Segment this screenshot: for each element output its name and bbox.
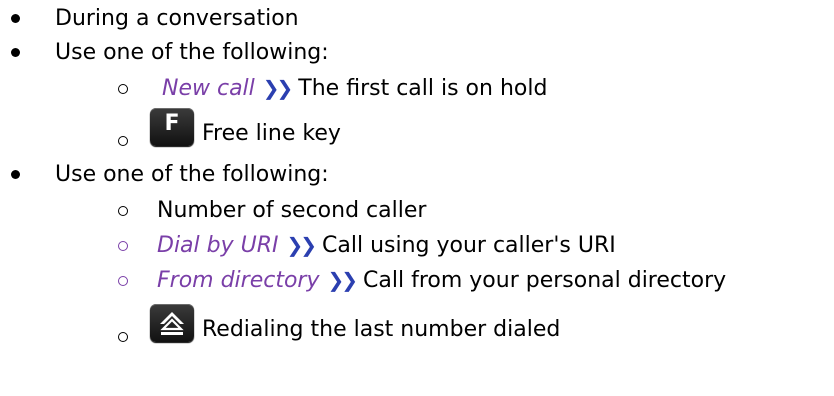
- sub-list-item: New call ❯❯ The first call is on hold: [0, 70, 834, 106]
- item-text: The first call is on hold: [298, 75, 548, 101]
- free-line-key-icon: F: [150, 108, 194, 146]
- item-text: Call using your caller's URI: [322, 232, 616, 258]
- redial-key-icon: [150, 304, 194, 342]
- sub-list-item: Redialing the last number dialed: [0, 300, 834, 350]
- bullet: [11, 169, 20, 179]
- sub-list-item: Dial by URI ❯❯ Call using your caller's …: [0, 227, 834, 263]
- item-text: During a conversation: [55, 5, 299, 31]
- item-text: Use one of the following:: [55, 39, 329, 65]
- item-text: Number of second caller: [157, 197, 427, 223]
- bullet: [11, 47, 20, 57]
- menu-item-from-directory[interactable]: From directory: [157, 268, 320, 293]
- menu-item-dial-by-uri[interactable]: Dial by URI: [157, 233, 279, 258]
- sub-bullet: [118, 332, 128, 342]
- arrow-icon: ❯❯: [327, 268, 358, 292]
- item-text: Free line key: [202, 121, 341, 146]
- sub-bullet: [118, 241, 128, 251]
- item-text: Call from your personal directory: [363, 267, 727, 293]
- sub-bullet: [118, 136, 128, 146]
- sub-bullet: [118, 276, 128, 286]
- item-text: Use one of the following:: [55, 161, 329, 187]
- sub-list-item: Number of second caller: [0, 192, 834, 228]
- bullet: [11, 13, 20, 23]
- sub-bullet: [118, 206, 128, 216]
- item-text: Redialing the last number dialed: [202, 317, 561, 342]
- sub-list-item: From directory ❯❯ Call from your persona…: [0, 262, 834, 298]
- arrow-icon: ❯❯: [262, 76, 293, 100]
- arrow-icon: ❯❯: [286, 233, 317, 257]
- sub-bullet: [118, 84, 128, 94]
- sub-list-item: F Free line key: [0, 104, 834, 154]
- menu-item-new-call[interactable]: New call: [162, 76, 255, 101]
